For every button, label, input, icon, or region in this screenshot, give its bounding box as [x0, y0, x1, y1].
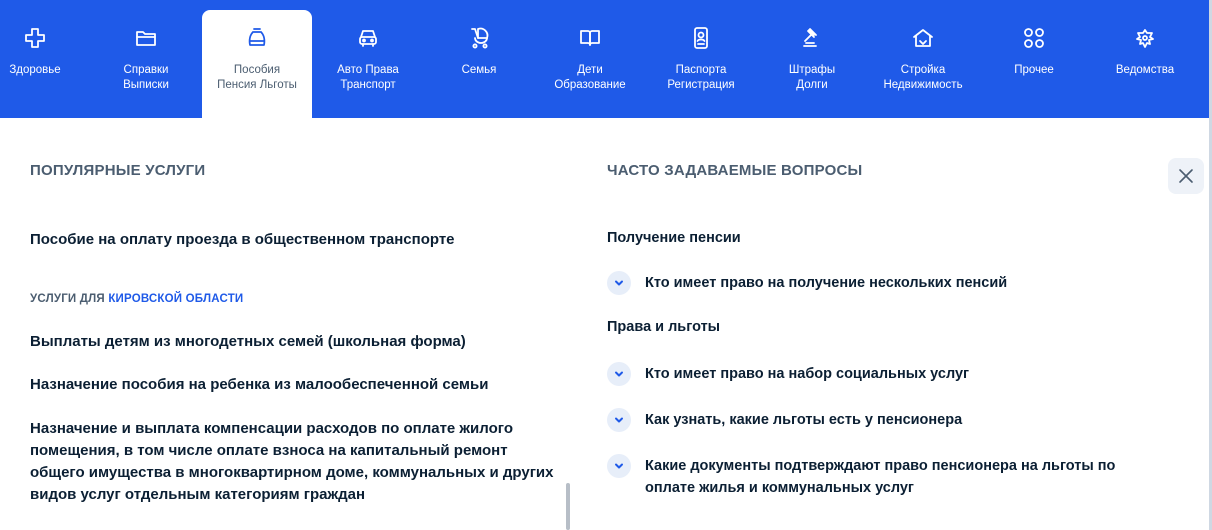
nav-item-benefits[interactable]: Пособия Пенсия Льготы	[202, 10, 312, 118]
passport-icon	[646, 26, 756, 54]
nav-item-fines[interactable]: Штрафы Долги	[757, 10, 867, 118]
service-link[interactable]: Назначение и выплата компенсации расходо…	[30, 418, 565, 506]
chevron-down-icon	[607, 408, 631, 432]
faq-group-title: Права и льготы	[607, 319, 721, 335]
faq-question: Какие документы подтверждают право пенси…	[645, 458, 1116, 496]
faq-item[interactable]: Как узнать, какие льготы есть у пенсионе…	[607, 408, 1125, 432]
nav-item-label: Прочее	[1014, 64, 1054, 76]
top-navigation: Здоровье Справки Выписки Пособия Пенсия …	[0, 0, 1210, 118]
faq-question: Кто имеет право на набор социальных услу…	[645, 366, 970, 382]
region-label: УСЛУГИ ДЛЯ КИРОВСКОЙ ОБЛАСТИ	[30, 293, 243, 305]
nav-item-label: Авто Права Транспорт	[337, 64, 399, 91]
nav-item-agencies[interactable]: Ведомства	[1090, 10, 1200, 118]
nav-item-construction[interactable]: Стройка Недвижимость	[868, 10, 978, 118]
nav-item-label: Ведомства	[1115, 64, 1175, 76]
nav-item-transport[interactable]: Авто Права Транспорт	[313, 10, 423, 118]
faq-item[interactable]: Кто имеет право на набор социальных услу…	[607, 362, 1125, 386]
nav-item-label: Здоровье	[9, 64, 61, 76]
close-button[interactable]	[1168, 158, 1204, 194]
region-prefix: УСЛУГИ ДЛЯ	[30, 293, 105, 305]
faq-item[interactable]: Какие документы подтверждают право пенси…	[607, 454, 1125, 499]
nav-item-label: Стройка Недвижимость	[883, 64, 963, 91]
region-name-link[interactable]: КИРОВСКОЙ ОБЛАСТИ	[108, 293, 243, 305]
top-service-link[interactable]: Пособие на оплату проезда в общественном…	[30, 229, 570, 251]
wallet-bag-icon	[202, 26, 312, 54]
coat-of-arms-icon	[1090, 26, 1200, 54]
close-icon	[1179, 169, 1193, 183]
gavel-icon	[757, 26, 867, 54]
nav-item-label: Семья	[461, 64, 497, 76]
folder-icon	[91, 26, 201, 54]
nav-item-label: Паспорта Регистрация	[667, 64, 735, 91]
nav-item-other[interactable]: Прочее	[979, 10, 1089, 118]
house-icon	[868, 26, 978, 54]
stroller-icon	[424, 26, 534, 54]
grid-icon	[979, 26, 1089, 54]
faq-title: ЧАСТО ЗАДАВАЕМЫЕ ВОПРОСЫ	[607, 162, 863, 179]
faq-item[interactable]: Кто имеет право на получение нескольких …	[607, 271, 1125, 295]
faq-question: Как узнать, какие льготы есть у пенсионе…	[645, 412, 963, 428]
nav-item-label: Справки Выписки	[123, 64, 169, 91]
popular-services-title: ПОПУЛЯРНЫЕ УСЛУГИ	[30, 162, 206, 179]
service-link[interactable]: Выплаты детям из многодетных семей (школ…	[30, 331, 570, 353]
faq-question: Кто имеет право на получение нескольких …	[645, 275, 1008, 291]
book-icon	[535, 26, 645, 54]
nav-item-label: Пособия Пенсия Льготы	[217, 64, 297, 91]
nav-item-children[interactable]: Дети Образование	[535, 10, 645, 118]
nav-item-label: Дети Образование	[554, 64, 626, 91]
nav-item-health[interactable]: Здоровье	[0, 10, 90, 118]
nav-item-passports[interactable]: Паспорта Регистрация	[646, 10, 756, 118]
chevron-down-icon	[607, 271, 631, 295]
nav-item-family[interactable]: Семья	[424, 10, 534, 118]
nav-item-label: Штрафы Долги	[788, 64, 836, 91]
scrollbar-thumb[interactable]	[566, 483, 570, 530]
chevron-down-icon	[607, 454, 631, 478]
faq-group-title: Получение пенсии	[607, 230, 741, 246]
car-icon	[313, 26, 423, 54]
chevron-down-icon	[607, 362, 631, 386]
service-link[interactable]: Назначение пособия на ребенка из малообе…	[30, 374, 570, 396]
health-cross-icon	[0, 26, 90, 54]
nav-item-certificates[interactable]: Справки Выписки	[91, 10, 201, 118]
